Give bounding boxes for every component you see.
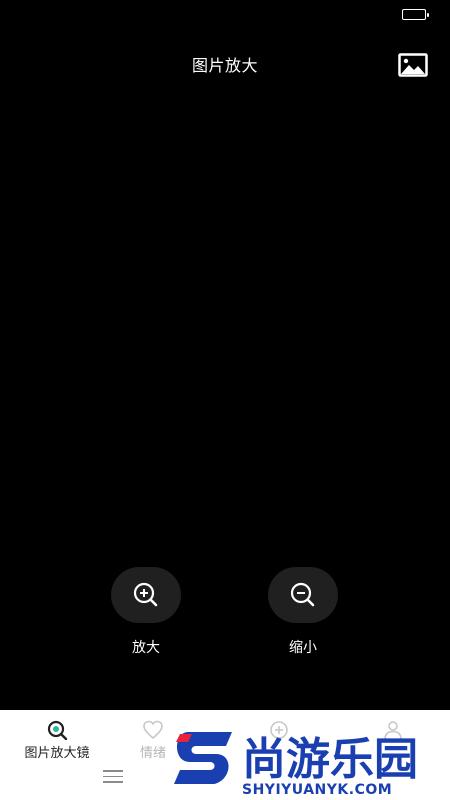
battery-icon <box>402 9 429 20</box>
zoom-out-circle[interactable] <box>268 567 338 623</box>
header: 图片放大 <box>0 40 450 84</box>
status-bar <box>0 0 450 28</box>
nav-label-magnifier: 图片放大镜 <box>24 746 90 761</box>
nav-item-profile[interactable] <box>348 710 438 764</box>
zoom-out-icon <box>290 582 315 607</box>
zoom-out-button[interactable]: 缩小 <box>267 567 339 657</box>
bottom-nav: 图片放大镜 情绪 <box>0 710 450 800</box>
zoom-in-label: 放大 <box>132 640 160 656</box>
zoom-out-label: 缩小 <box>289 640 317 656</box>
zoom-in-circle[interactable] <box>111 567 181 623</box>
magnifier-icon <box>47 720 68 740</box>
nav-label-mood: 情绪 <box>139 746 166 761</box>
nav-item-magnifier[interactable]: 图片放大镜 <box>12 710 102 764</box>
heart-icon <box>143 720 163 740</box>
page-title: 图片放大 <box>191 56 258 75</box>
plus-circle-icon <box>270 721 288 739</box>
nav-item-add[interactable] <box>234 710 324 764</box>
person-icon <box>384 721 402 740</box>
image-button[interactable] <box>398 53 428 77</box>
menu-icon[interactable] <box>103 770 123 784</box>
image-icon <box>398 53 428 77</box>
zoom-in-button[interactable]: 放大 <box>110 567 182 657</box>
nav-item-mood[interactable]: 情绪 <box>108 710 198 764</box>
zoom-in-icon <box>133 582 158 607</box>
